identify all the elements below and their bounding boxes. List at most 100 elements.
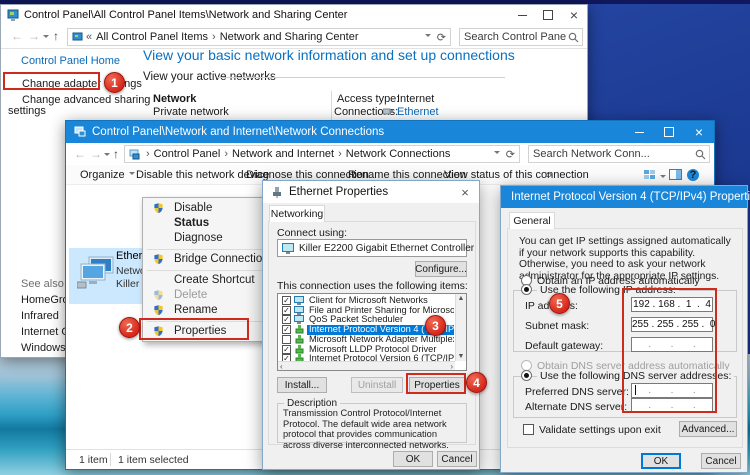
annotation-box-step1: [3, 72, 100, 90]
search-icon[interactable]: [695, 149, 706, 160]
annotation-box-step5: [622, 288, 717, 413]
forward-icon[interactable]: [28, 29, 40, 43]
search-input[interactable]: [533, 147, 693, 161]
back-icon[interactable]: [11, 29, 23, 43]
column-divider: [331, 91, 332, 121]
annotation-step-2: 2: [119, 317, 140, 338]
uac-shield-icon: [153, 253, 164, 265]
ok-button[interactable]: OK: [641, 453, 681, 469]
checkbox-checked[interactable]: [282, 325, 291, 334]
chevron-down-icon: [129, 169, 135, 181]
win2-address-bar[interactable]: Control Panel Network and Internet Netwo…: [124, 145, 520, 163]
page-title: View your basic network information and …: [143, 47, 515, 63]
status-divider: [110, 453, 111, 466]
validate-checkbox[interactable]: [523, 424, 534, 435]
minimize-button[interactable]: [624, 121, 654, 143]
search-icon[interactable]: [568, 32, 579, 43]
list-item[interactable]: File and Printer Sharing for Microsoft N…: [279, 306, 454, 316]
advanced-button[interactable]: Advanced...: [679, 421, 737, 437]
ethernet-link[interactable]: Ethernet: [397, 106, 439, 118]
list-item[interactable]: Microsoft Network Adapter Multiplexor Pr…: [279, 335, 454, 345]
alternate-dns-label: Alternate DNS server:: [525, 401, 627, 413]
network-type: Private network: [153, 106, 229, 118]
ipv4-dialog-titlebar: Internet Protocol Version 4 (TCP/IPv4) P…: [501, 186, 747, 208]
horizontal-scrollbar[interactable]: ‹ ›: [278, 361, 455, 370]
adapter-box: Killer E2200 Gigabit Ethernet Controller: [277, 239, 467, 257]
configure-button[interactable]: Configure...: [415, 261, 467, 277]
search-input[interactable]: [464, 30, 566, 44]
scroll-right-icon[interactable]: ›: [450, 362, 453, 371]
annotation-step-1: 1: [104, 72, 125, 93]
breadcrumb-item[interactable]: Network Connections: [334, 148, 450, 160]
up-icon[interactable]: [53, 29, 59, 43]
refresh-icon[interactable]: [431, 31, 446, 44]
client-icon: [294, 296, 304, 305]
change-view-icon[interactable]: [644, 169, 666, 184]
sidebar-item-control-panel-home[interactable]: Control Panel Home: [21, 55, 120, 67]
cancel-button[interactable]: Cancel: [437, 451, 477, 467]
checkbox-checked[interactable]: [282, 345, 291, 354]
default-gateway-label: Default gateway:: [525, 340, 603, 352]
address-location-icon: [72, 32, 83, 43]
win1-address-bar[interactable]: All Control Panel Items Network and Shar…: [67, 28, 451, 46]
help-icon[interactable]: ?: [687, 169, 699, 181]
forward-icon[interactable]: [90, 147, 102, 161]
radio-use-dns[interactable]: [521, 370, 532, 381]
annotation-step-3: 3: [425, 315, 446, 336]
annotation-box-step2: [139, 318, 249, 340]
win1-search-box: [459, 28, 583, 46]
list-item[interactable]: Microsoft LLDP Protocol Driver: [279, 345, 454, 355]
breadcrumb-item[interactable]: Network and Internet: [220, 148, 334, 160]
win1-title: Control Panel\All Control Panel Items\Ne…: [24, 9, 347, 21]
up-icon[interactable]: [113, 147, 119, 161]
back-icon[interactable]: [74, 147, 86, 161]
eth-dialog-titlebar: Ethernet Properties ×: [263, 181, 479, 203]
uninstall-button: Uninstall: [351, 377, 403, 393]
history-chevron-icon[interactable]: [43, 30, 49, 44]
checkbox-checked[interactable]: [282, 306, 291, 315]
ethernet-adapter-icon: [77, 256, 115, 290]
connect-using-label: Connect using:: [277, 227, 347, 239]
uac-shield-icon: [153, 289, 164, 301]
toolbar-overflow-icon[interactable]: [546, 169, 552, 181]
win1-window-controls: [509, 6, 587, 24]
breadcrumb-item[interactable]: All Control Panel Items: [86, 31, 208, 43]
tab-networking[interactable]: Networking: [269, 205, 325, 222]
protocol-icon: [295, 325, 304, 334]
sidebar-item-infrared[interactable]: Infrared: [21, 310, 59, 322]
checkbox-checked[interactable]: [282, 315, 291, 324]
cancel-button[interactable]: Cancel: [701, 453, 741, 469]
close-icon[interactable]: ×: [451, 185, 479, 200]
scroll-up-icon[interactable]: ▲: [456, 295, 466, 302]
history-chevron-icon[interactable]: [104, 148, 110, 162]
validate-label[interactable]: Validate settings upon exit: [539, 424, 661, 436]
breadcrumb-item[interactable]: Control Panel: [142, 148, 220, 160]
checkbox-unchecked[interactable]: [282, 335, 291, 344]
tab-general[interactable]: General: [509, 212, 555, 229]
scroll-down-icon[interactable]: ▼: [456, 353, 466, 360]
breadcrumb-item[interactable]: Network and Sharing Center: [208, 31, 358, 43]
minimize-button[interactable]: [509, 6, 535, 24]
uac-shield-icon: [153, 304, 164, 316]
status-item-count: 1 item: [79, 454, 108, 466]
annotation-box-step4: [406, 373, 466, 394]
close-button[interactable]: [561, 6, 587, 24]
install-button[interactable]: Install...: [277, 377, 327, 393]
client-icon: [294, 306, 304, 315]
sidebar-item-change-advanced-sharing-line2[interactable]: settings: [8, 105, 46, 117]
control-panel-icon: [7, 9, 19, 21]
checkbox-checked[interactable]: [282, 296, 291, 305]
scroll-left-icon[interactable]: ‹: [280, 362, 283, 371]
win2-titlebar: Control Panel\Network and Internet\Netwo…: [66, 121, 714, 143]
radio-use-ip[interactable]: [521, 284, 532, 295]
vertical-scrollbar[interactable]: ▲ ▼: [455, 294, 466, 361]
maximize-button[interactable]: [654, 121, 684, 143]
maximize-button[interactable]: [535, 6, 561, 24]
refresh-icon[interactable]: [500, 148, 515, 161]
address-location-icon: [129, 149, 140, 160]
close-button[interactable]: [684, 121, 714, 143]
organize-menu[interactable]: Organize: [80, 169, 135, 181]
list-item[interactable]: Client for Microsoft Networks: [279, 296, 454, 306]
ok-button[interactable]: OK: [393, 451, 433, 467]
preview-pane-icon[interactable]: [669, 169, 682, 183]
